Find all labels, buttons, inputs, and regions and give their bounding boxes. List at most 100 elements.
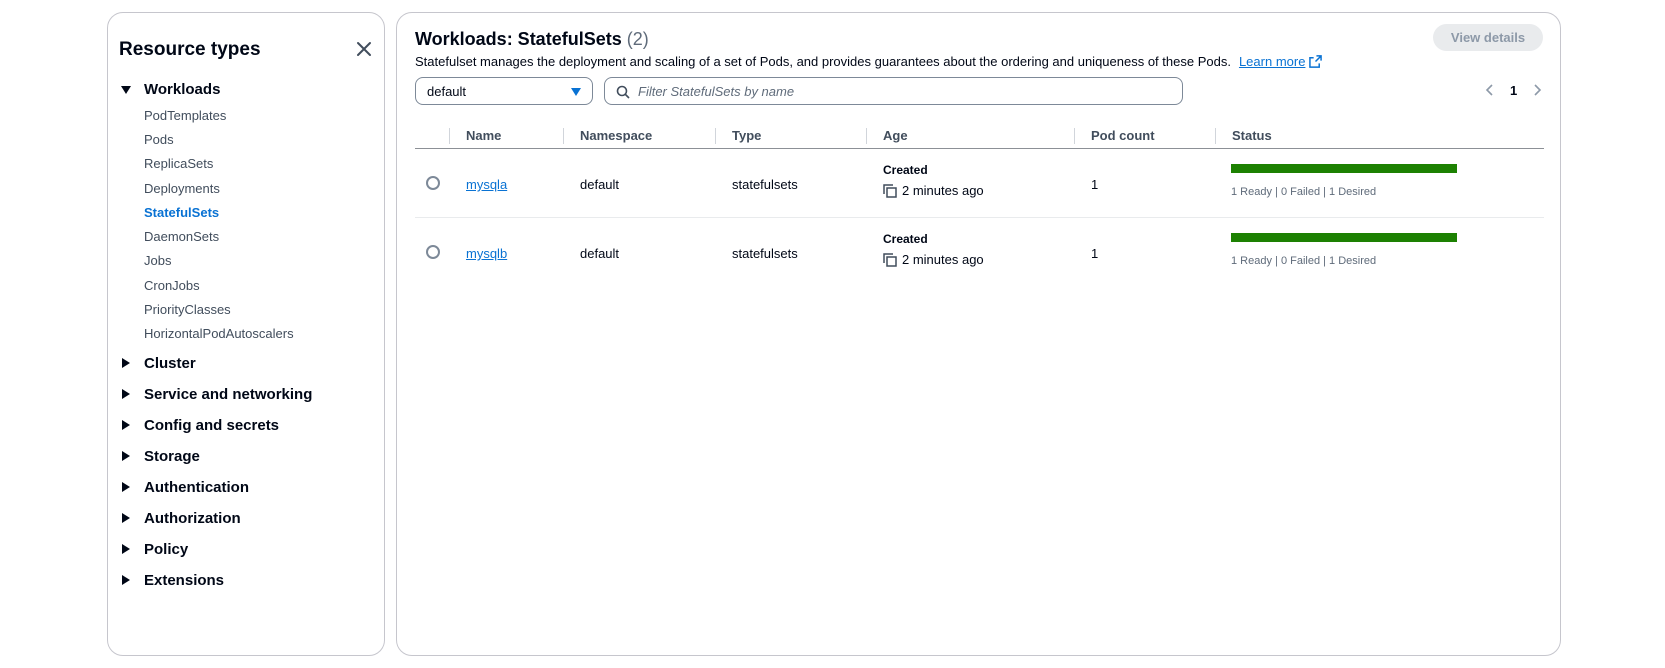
tree-item[interactable]: ReplicaSets bbox=[144, 152, 380, 176]
namespace-cell: default bbox=[580, 177, 620, 192]
tree-item[interactable]: PriorityClasses bbox=[144, 297, 380, 321]
type-cell: statefulsets bbox=[732, 246, 798, 261]
caret-right-icon bbox=[122, 420, 130, 431]
status-progress-fill bbox=[1231, 233, 1457, 242]
tree-group[interactable]: Authentication bbox=[120, 475, 380, 500]
tree-item[interactable]: CronJobs bbox=[144, 273, 380, 297]
age-label: Created bbox=[883, 163, 928, 177]
tree-group[interactable]: Authorization bbox=[120, 506, 380, 531]
tree-children: PodTemplates Pods ReplicaSets Deployments St… bbox=[144, 103, 380, 346]
previous-page-icon[interactable] bbox=[1482, 81, 1496, 99]
column-divider bbox=[1215, 128, 1216, 144]
resource-types-panel: Resource types Workloads PodTemplates Pods… bbox=[107, 12, 385, 656]
page-title: Workloads: StatefulSets (2) bbox=[415, 29, 649, 50]
copy-icon[interactable] bbox=[883, 252, 897, 267]
statefulsets-table: Name Namespace Type Age Pod count Status… bbox=[415, 123, 1544, 287]
tree-item[interactable]: Jobs bbox=[144, 249, 380, 273]
age-value: 2 minutes ago bbox=[902, 252, 984, 267]
statefulset-name-link[interactable]: mysqlb bbox=[466, 246, 507, 261]
tree-group[interactable]: Storage bbox=[120, 444, 380, 469]
column-divider bbox=[449, 128, 450, 144]
column-divider bbox=[715, 128, 716, 144]
column-header-name[interactable]: Name bbox=[466, 128, 501, 143]
tree-item[interactable]: PodTemplates bbox=[144, 103, 380, 127]
pagination: 1 bbox=[1482, 81, 1545, 99]
tree-group[interactable]: Config and secrets bbox=[120, 413, 380, 438]
caret-right-icon bbox=[122, 513, 130, 524]
status-text: 1 Ready | 0 Failed | 1 Desired bbox=[1231, 255, 1377, 267]
tree-group[interactable]: Workloads bbox=[120, 77, 380, 102]
page-number[interactable]: 1 bbox=[1510, 83, 1517, 98]
filter-input[interactable] bbox=[638, 83, 1168, 99]
pod-count-cell: 1 bbox=[1091, 177, 1099, 192]
tree-group[interactable]: Policy bbox=[120, 537, 380, 562]
namespace-value: default bbox=[427, 83, 467, 99]
caret-right-icon bbox=[122, 389, 130, 400]
status-progress-fill bbox=[1231, 164, 1457, 173]
external-link-icon bbox=[1309, 55, 1323, 68]
namespace-cell: default bbox=[580, 246, 620, 261]
row-radio[interactable] bbox=[426, 176, 440, 190]
view-details-button[interactable]: View details bbox=[1433, 24, 1543, 51]
column-header-status[interactable]: Status bbox=[1232, 128, 1272, 143]
tree-group-label: Service and networking bbox=[144, 385, 313, 403]
column-header-type[interactable]: Type bbox=[732, 128, 761, 143]
type-cell: statefulsets bbox=[732, 177, 798, 192]
table-header: Name Namespace Type Age Pod count Status bbox=[415, 123, 1544, 149]
learn-more-label: Learn more bbox=[1238, 54, 1306, 69]
tree-group-label: Extensions bbox=[144, 571, 225, 589]
tree-group[interactable]: Cluster bbox=[120, 351, 380, 376]
tree-item[interactable]: HorizontalPodAutoscalers bbox=[144, 322, 380, 346]
age-cell: Created 2 minutes ago bbox=[883, 232, 984, 267]
tree-group-label: Config and secrets bbox=[144, 416, 280, 434]
age-label: Created bbox=[883, 232, 928, 246]
dropdown-arrow-icon bbox=[571, 88, 581, 96]
learn-more-link[interactable]: Learn more bbox=[1238, 54, 1323, 69]
column-divider bbox=[563, 128, 564, 144]
caret-right-icon bbox=[122, 482, 130, 493]
tree-item[interactable]: StatefulSets bbox=[144, 200, 380, 224]
pod-count-cell: 1 bbox=[1091, 246, 1099, 261]
resource-tree: Workloads PodTemplates Pods ReplicaSets Depl… bbox=[120, 77, 380, 599]
tree-group-label: Cluster bbox=[144, 354, 196, 372]
description-text: Statefulset manages the deployment and s… bbox=[415, 54, 1231, 69]
namespace-select[interactable]: default bbox=[415, 77, 593, 105]
status-text: 1 Ready | 0 Failed | 1 Desired bbox=[1231, 186, 1377, 198]
status-progress-bar bbox=[1231, 164, 1457, 173]
panel-title: Resource types bbox=[119, 39, 261, 60]
tree-group-label: Authentication bbox=[144, 478, 249, 496]
column-header-age[interactable]: Age bbox=[883, 128, 908, 143]
column-divider bbox=[866, 128, 867, 144]
tree-group[interactable]: Extensions bbox=[120, 568, 380, 593]
copy-icon[interactable] bbox=[883, 183, 897, 198]
next-page-icon[interactable] bbox=[1531, 81, 1545, 99]
column-header-pod-count[interactable]: Pod count bbox=[1091, 128, 1155, 143]
caret-right-icon bbox=[122, 451, 130, 462]
tree-group-label: Storage bbox=[144, 447, 200, 465]
tree-group[interactable]: Service and networking bbox=[120, 382, 380, 407]
tree-group-label: Authorization bbox=[144, 509, 241, 527]
caret-down-icon bbox=[121, 85, 131, 94]
column-divider bbox=[1074, 128, 1075, 144]
tree-item[interactable]: Pods bbox=[144, 127, 380, 151]
tree-group-label: Workloads bbox=[144, 81, 221, 98]
statefulsets-panel: Workloads: StatefulSets (2) View details… bbox=[396, 12, 1561, 656]
row-radio[interactable] bbox=[426, 245, 440, 259]
caret-right-icon bbox=[122, 358, 130, 369]
caret-right-icon bbox=[122, 575, 130, 586]
column-header-namespace[interactable]: Namespace bbox=[580, 128, 652, 143]
table-row[interactable]: mysqla default statefulsets Created 2 minute… bbox=[415, 149, 1544, 218]
age-cell: Created 2 minutes ago bbox=[883, 163, 984, 198]
age-value: 2 minutes ago bbox=[902, 183, 984, 198]
page-title-text: Workloads: StatefulSets bbox=[415, 29, 622, 49]
close-icon[interactable] bbox=[354, 39, 374, 59]
status-progress-bar bbox=[1231, 233, 1457, 242]
item-count: (2) bbox=[626, 29, 649, 49]
table-body: mysqla default statefulsets Created 2 minute… bbox=[415, 149, 1544, 287]
description: Statefulset manages the deployment and s… bbox=[415, 54, 1323, 69]
table-row[interactable]: mysqlb default statefulsets Created 2 minute… bbox=[415, 218, 1544, 287]
statefulset-name-link[interactable]: mysqla bbox=[466, 177, 507, 192]
tree-group-label: Policy bbox=[144, 540, 189, 558]
tree-item[interactable]: Deployments bbox=[144, 176, 380, 200]
tree-item[interactable]: DaemonSets bbox=[144, 224, 380, 248]
